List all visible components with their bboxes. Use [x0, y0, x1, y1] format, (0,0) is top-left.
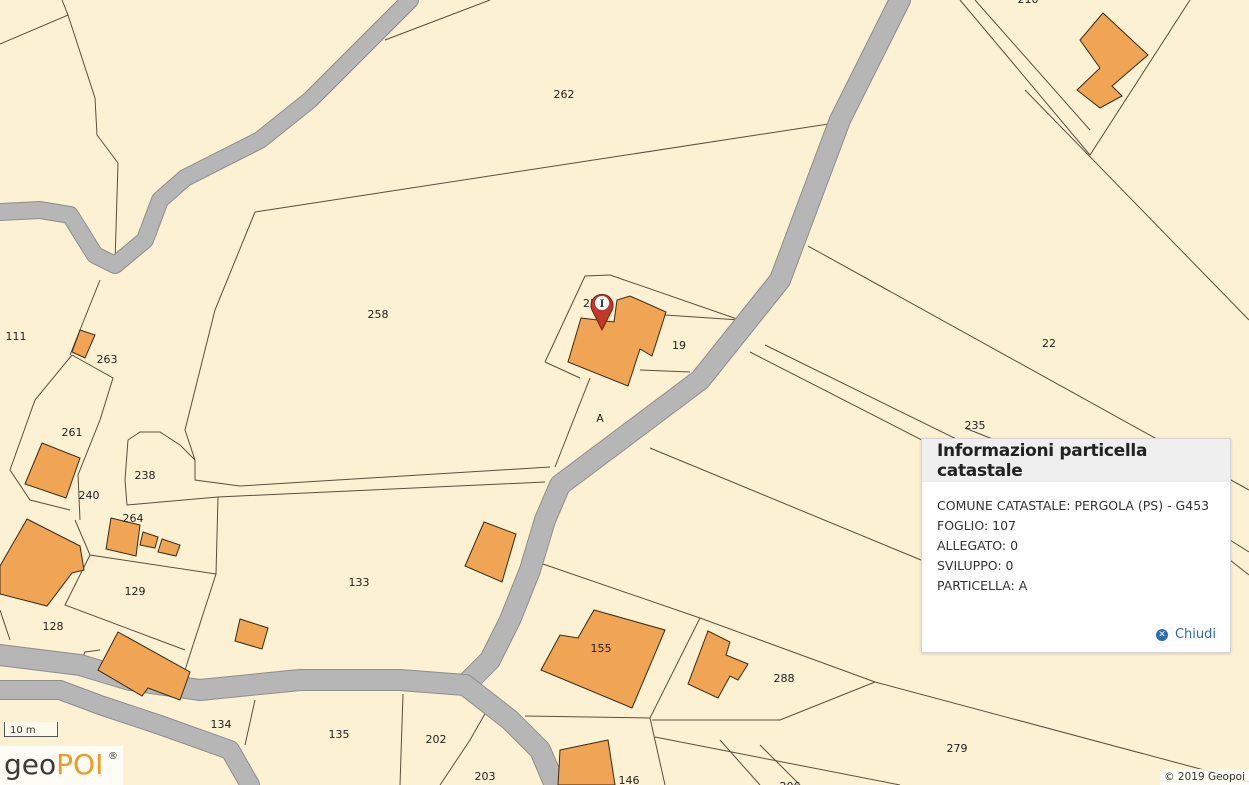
scale-bar-label: 10 m	[10, 725, 36, 736]
info-row-particella: PARTICELLA: A	[937, 578, 1028, 593]
parcel-label: 210	[1018, 0, 1039, 6]
parcel-info-panel: Informazioni particella catastale COMUNE…	[921, 438, 1231, 653]
parcel-label: 128	[43, 620, 64, 633]
parcel-label: 22	[1042, 337, 1056, 350]
marker-letter: I	[600, 299, 605, 310]
panel-body: COMUNE CATASTALE: PERGOLA (PS) - G453 FO…	[922, 482, 1230, 596]
logo-registered: ®	[108, 751, 118, 762]
parcel-label: 258	[368, 308, 389, 321]
parcel-label: 155	[591, 642, 612, 655]
logo-text: geoPOI	[4, 748, 103, 781]
parcel-label: 146	[619, 774, 640, 785]
close-circle-icon[interactable]: ✕	[1155, 628, 1168, 641]
copyright-notice: © 2019 Geopoi	[1160, 769, 1249, 785]
info-row-allegato: ALLEGATO: 0	[937, 538, 1019, 553]
parcel-label: 135	[329, 728, 350, 741]
scale-bar: 10 m	[4, 722, 58, 737]
parcel-label: 19	[672, 339, 686, 352]
parcel-label: 261	[62, 426, 83, 439]
parcel-label: 238	[135, 469, 156, 482]
panel-header: Informazioni particella catastale	[922, 439, 1230, 482]
logo-poi: POI	[56, 748, 104, 781]
cadastral-map[interactable]: 262 258 22 235 111 263 261 240 238 264 1…	[0, 0, 1249, 785]
parcel-label: 111	[6, 330, 27, 343]
logo-geo: geo	[4, 748, 57, 781]
parcel-label: 206	[780, 780, 801, 785]
parcel-label: 203	[475, 770, 496, 783]
parcel-label: 262	[554, 88, 575, 101]
panel-title: Informazioni particella catastale	[937, 440, 1148, 481]
parcel-label: 263	[97, 353, 118, 366]
parcel-label: 133	[349, 576, 370, 589]
parcel-label: 240	[79, 489, 100, 502]
parcel-label: 134	[211, 718, 232, 731]
info-row-comune: COMUNE CATASTALE: PERGOLA (PS) - G453	[937, 498, 1210, 513]
close-button[interactable]: ✕ Chiudi	[1155, 627, 1216, 642]
parcel-label: A	[596, 412, 604, 425]
info-row-sviluppo: SVILUPPO: 0	[937, 558, 1014, 573]
geopoi-logo: geoPOI ®	[0, 746, 123, 785]
parcel-label: 202	[426, 733, 447, 746]
close-label[interactable]: Chiudi	[1175, 627, 1216, 642]
parcel-label: 129	[125, 585, 146, 598]
info-row-foglio: FOGLIO: 107	[937, 518, 1017, 533]
parcel-label: 235	[965, 419, 986, 432]
parcel-label: 264	[123, 512, 144, 525]
parcel-label: 288	[774, 672, 795, 685]
parcel-label: 279	[947, 742, 968, 755]
